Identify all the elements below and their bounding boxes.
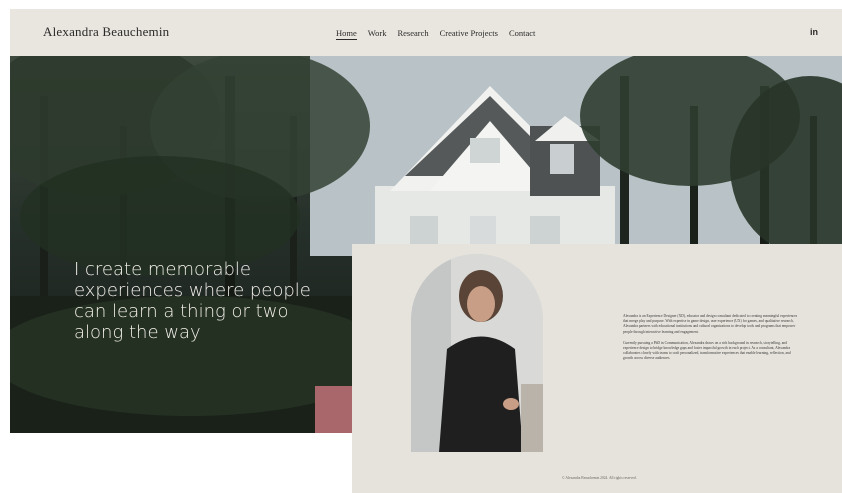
main-nav: Home Work Research Creative Projects Con…: [336, 28, 535, 40]
linkedin-icon[interactable]: in: [810, 27, 818, 37]
hero-headline: I create memorable experiences where peo…: [74, 259, 311, 343]
portrait-photo: [411, 254, 543, 452]
nav-creative-projects[interactable]: Creative Projects: [440, 28, 498, 40]
nav-home[interactable]: Home: [336, 28, 357, 40]
site-header: Alexandra Beauchemin Home Work Research …: [10, 9, 842, 56]
site-brand[interactable]: Alexandra Beauchemin: [43, 24, 169, 40]
bio-paragraph-1: Alexandra is an Experience Designer (XD)…: [623, 314, 798, 334]
bio-text: Alexandra is an Experience Designer (XD)…: [623, 314, 798, 368]
about-panel: Alexandra is an Experience Designer (XD)…: [352, 244, 842, 493]
bio-paragraph-2: Currently pursuing a PhD in Communicatio…: [623, 340, 791, 361]
nav-contact[interactable]: Contact: [509, 28, 535, 40]
copyright-text: © Alexandra Beauchemin 2024. All rights …: [562, 476, 637, 480]
nav-research[interactable]: Research: [397, 28, 428, 40]
nav-work[interactable]: Work: [368, 28, 387, 40]
